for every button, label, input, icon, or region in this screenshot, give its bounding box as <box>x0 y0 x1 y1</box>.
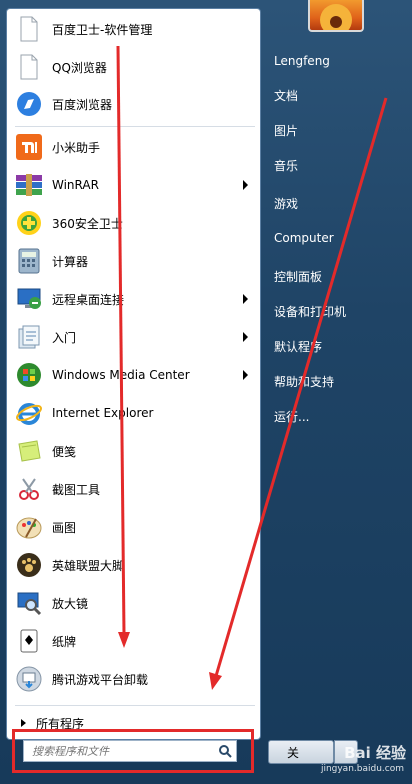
program-item-media-center[interactable]: Windows Media Center <box>7 357 260 393</box>
program-item-remote-desktop[interactable]: 远程桌面连接 <box>7 281 260 317</box>
getting-started-icon <box>14 322 44 352</box>
program-label: Internet Explorer <box>52 406 154 420</box>
program-item-baidu-browser[interactable]: 百度浏览器 <box>7 86 260 122</box>
program-label: 360安全卫士 <box>52 216 123 231</box>
right-item-music[interactable]: 音乐 <box>268 152 404 178</box>
uninstall-icon <box>14 664 44 694</box>
program-item-internet-explorer[interactable]: Internet Explorer <box>7 395 260 431</box>
paint-icon <box>14 512 44 542</box>
program-item-sticky-notes[interactable]: 便笺 <box>7 433 260 469</box>
baidu-browser-icon <box>14 89 44 119</box>
program-label: 远程桌面连接 <box>52 292 125 307</box>
program-label: 小米助手 <box>52 140 101 155</box>
right-item-devices-printers[interactable]: 设备和打印机 <box>268 298 404 324</box>
programs-panel: 百度卫士-软件管理 QQ浏览器 百度浏览器 小米助手 WinRAR 360安全卫… <box>6 8 261 740</box>
program-label: 截图工具 <box>52 482 101 497</box>
program-label: Windows Media Center <box>52 368 190 382</box>
sticky-notes-icon <box>14 436 44 466</box>
program-item-360[interactable]: 360安全卫士 <box>7 205 260 241</box>
user-avatar[interactable] <box>308 0 364 32</box>
360-icon <box>14 208 44 238</box>
right-item-default-programs[interactable]: 默认程序 <box>268 333 404 359</box>
magnifier-icon <box>14 588 44 618</box>
flower-picture-icon <box>320 4 352 30</box>
program-label: 英雄联盟大脚 <box>52 558 125 573</box>
program-item-snipping-tool[interactable]: 截图工具 <box>7 471 260 507</box>
blank-file-icon <box>14 14 44 44</box>
watermark-url: jingyan.baidu.com <box>320 764 404 774</box>
right-item-games[interactable]: 游戏 <box>268 190 404 216</box>
program-label: 百度卫士-软件管理 <box>52 22 153 37</box>
blank-file-icon <box>14 52 44 82</box>
xiaomi-icon <box>14 132 44 162</box>
solitaire-icon <box>14 626 44 656</box>
program-item-magnifier[interactable]: 放大镜 <box>7 585 260 621</box>
program-item-solitaire[interactable]: 纸牌 <box>7 623 260 659</box>
watermark-text: Bai 经验 <box>344 744 406 762</box>
paw-icon <box>14 550 44 580</box>
submenu-arrow-icon <box>243 294 248 304</box>
search-icon[interactable] <box>214 741 236 761</box>
ie-icon <box>14 398 44 428</box>
program-label: 百度浏览器 <box>52 97 113 112</box>
separator <box>15 126 255 127</box>
calculator-icon <box>14 246 44 276</box>
program-label: 画图 <box>52 520 77 535</box>
program-label: 纸牌 <box>52 634 77 649</box>
user-name-link[interactable]: Lengfeng <box>268 48 404 74</box>
search-input[interactable] <box>24 743 214 759</box>
search-box[interactable] <box>23 740 237 762</box>
winrar-icon <box>14 170 44 200</box>
snipping-tool-icon <box>14 474 44 504</box>
program-label: 计算器 <box>52 254 89 269</box>
program-item-calculator[interactable]: 计算器 <box>7 243 260 279</box>
program-label: 放大镜 <box>52 596 89 611</box>
baidu-watermark: Bai 经验 jingyan.baidu.com <box>280 740 410 780</box>
start-menu: 百度卫士-软件管理 QQ浏览器 百度浏览器 小米助手 WinRAR 360安全卫… <box>0 0 412 784</box>
right-item-computer[interactable]: Computer <box>268 225 404 251</box>
right-item-pictures[interactable]: 图片 <box>268 117 404 143</box>
program-label: 入门 <box>52 330 77 345</box>
submenu-arrow-icon <box>243 332 248 342</box>
program-item-getting-started[interactable]: 入门 <box>7 319 260 355</box>
program-label: WinRAR <box>52 178 99 192</box>
right-item-help-support[interactable]: 帮助和支持 <box>268 368 404 394</box>
search-highlight-box <box>12 729 254 773</box>
program-label: 腾讯游戏平台卸载 <box>52 672 149 687</box>
remote-desktop-icon <box>14 284 44 314</box>
program-label: QQ浏览器 <box>52 60 107 75</box>
program-label: 便笺 <box>52 444 77 459</box>
program-item-paint[interactable]: 画图 <box>7 509 260 545</box>
separator <box>15 705 255 706</box>
submenu-arrow-icon <box>243 370 248 380</box>
program-item-xiaomi[interactable]: 小米助手 <box>7 129 260 165</box>
program-item-lol-dajiao[interactable]: 英雄联盟大脚 <box>7 547 260 583</box>
expand-arrow-icon <box>21 719 26 727</box>
program-item-baidu-guard[interactable]: 百度卫士-软件管理 <box>7 11 260 47</box>
program-item-qq-browser[interactable]: QQ浏览器 <box>7 49 260 85</box>
submenu-arrow-icon <box>243 180 248 190</box>
right-item-control-panel[interactable]: 控制面板 <box>268 263 404 289</box>
media-center-icon <box>14 360 44 390</box>
program-item-tencent-uninstall[interactable]: 腾讯游戏平台卸载 <box>7 661 260 697</box>
right-item-run[interactable]: 运行... <box>268 403 404 429</box>
program-item-winrar[interactable]: WinRAR <box>7 167 260 203</box>
right-item-documents[interactable]: 文档 <box>268 82 404 108</box>
